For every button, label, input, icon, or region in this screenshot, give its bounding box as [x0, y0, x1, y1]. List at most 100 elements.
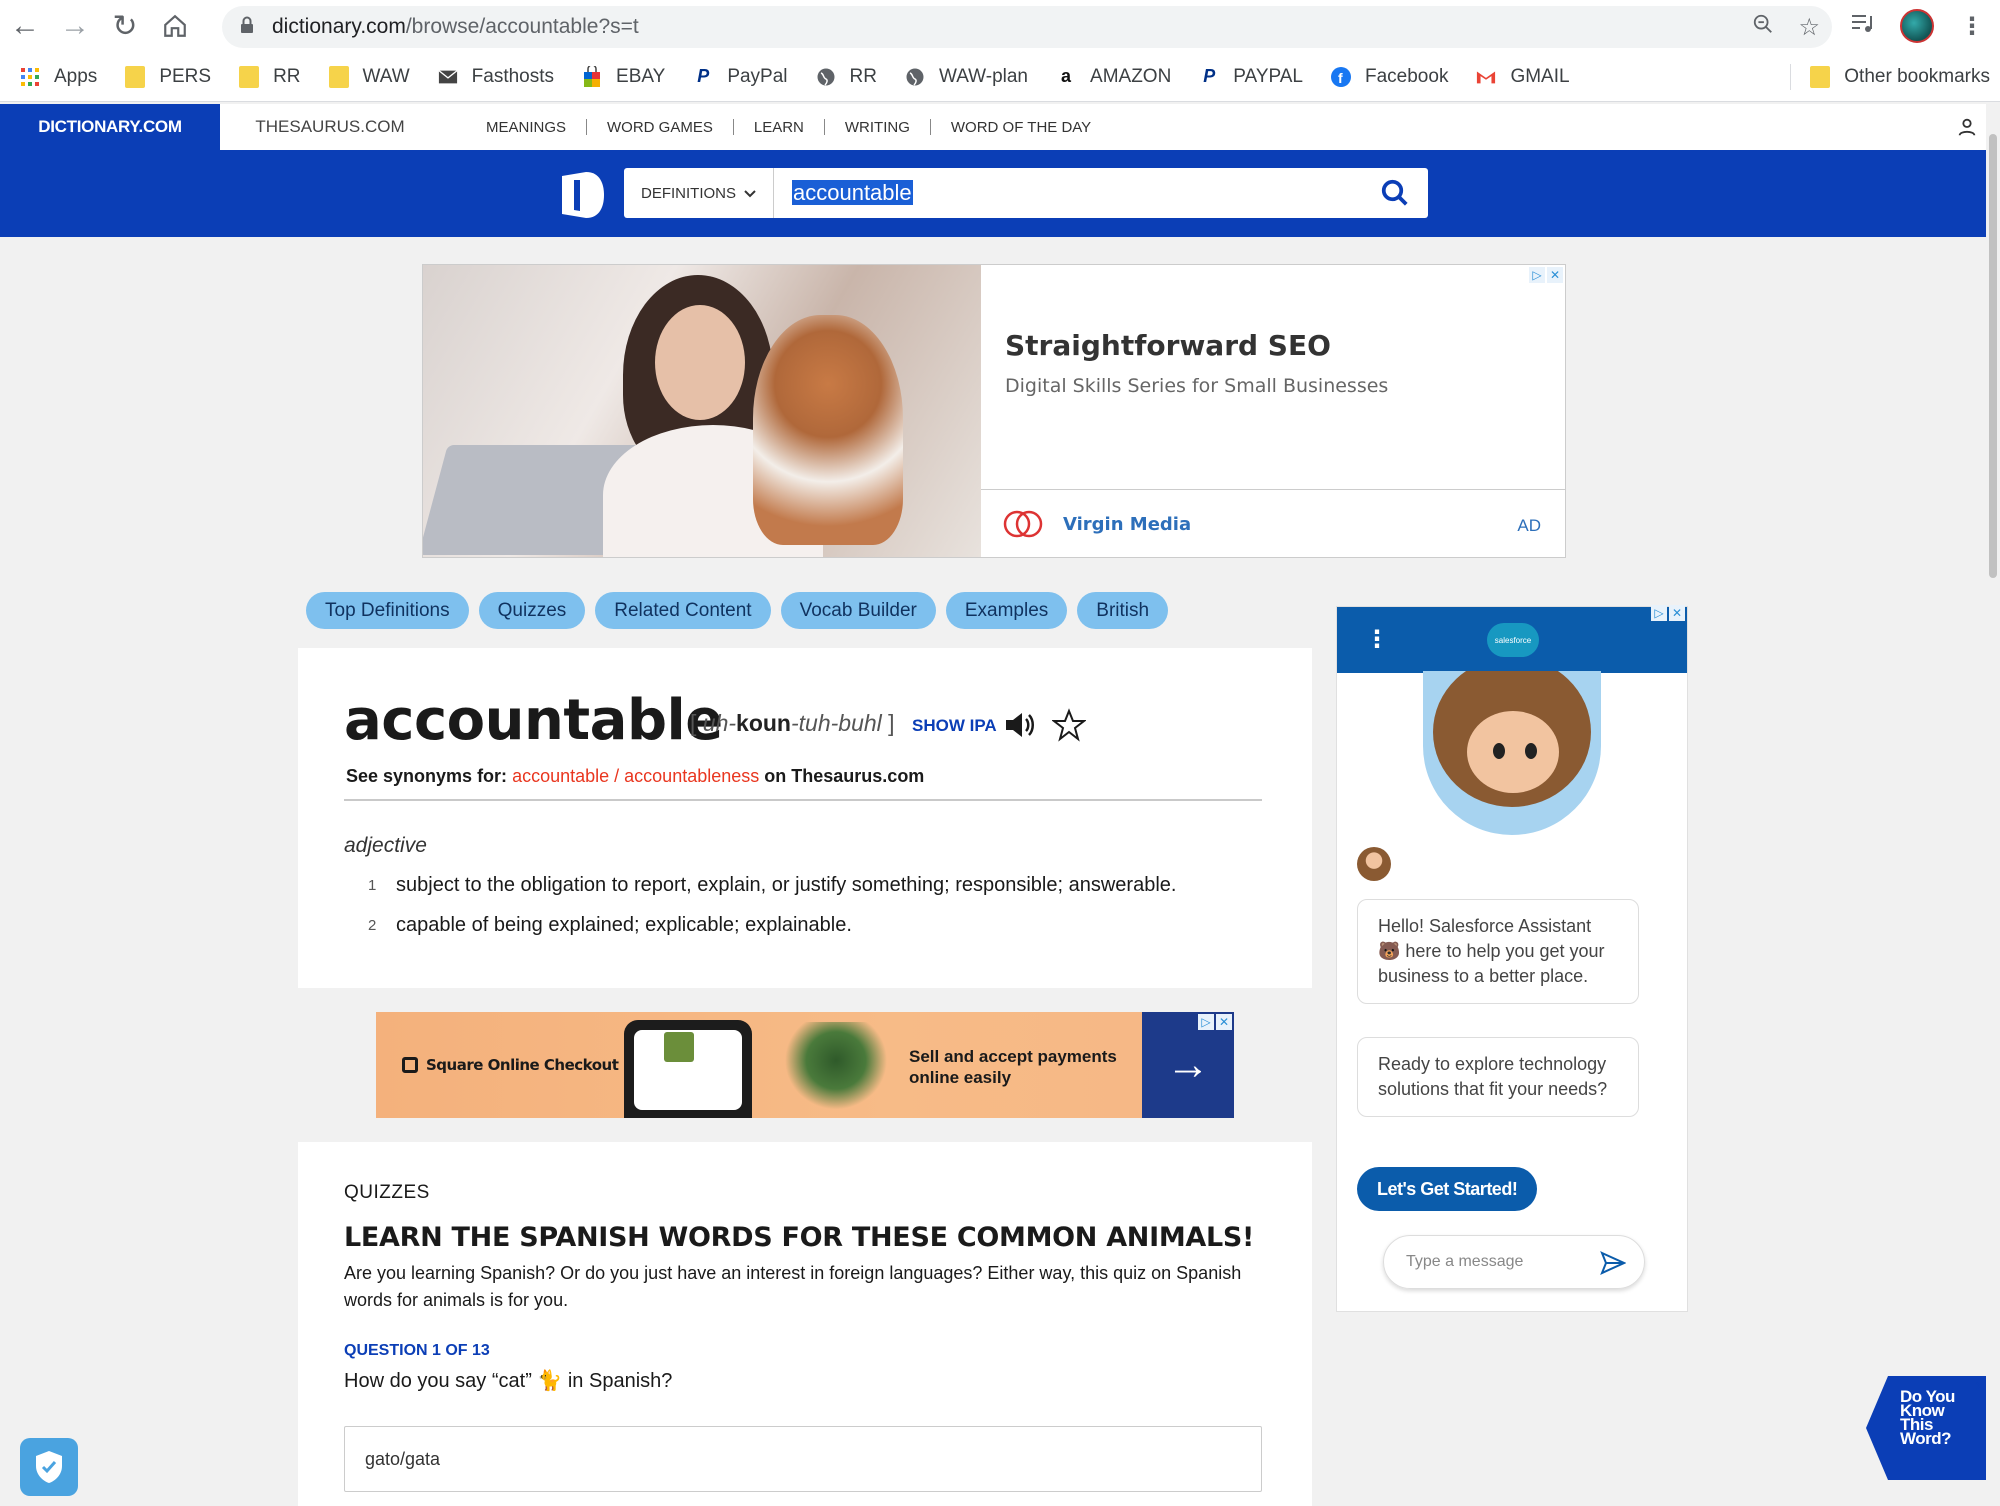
- ad-brand[interactable]: Virgin Media: [1063, 514, 1191, 535]
- address-bar[interactable]: dictionary.com/browse/accountable?s=t ☆: [222, 6, 1832, 48]
- salesforce-logo: salesforce: [1487, 623, 1539, 657]
- quiz-card: QUIZZES LEARN THE SPANISH WORDS FOR THES…: [298, 1142, 1312, 1506]
- other-bookmarks[interactable]: Other bookmarks: [1810, 52, 1990, 102]
- bookmark-waw-plan[interactable]: WAW-plan: [905, 66, 1028, 88]
- phone-image: [624, 1020, 752, 1118]
- site-header: DEFINITIONS accountable: [0, 150, 2000, 237]
- apps-grid-icon: [20, 67, 40, 87]
- bookmark-facebook[interactable]: f Facebook: [1331, 66, 1448, 88]
- square-logo: Square Online Checkout: [402, 1056, 619, 1074]
- zoom-icon[interactable]: [1752, 13, 1774, 42]
- ad-title[interactable]: Straightforward SEO: [1005, 329, 1331, 362]
- quiz-option-1[interactable]: gato/gata: [344, 1426, 1262, 1492]
- ad-photo: [423, 265, 981, 557]
- bookmark-ebay[interactable]: EBAY: [582, 65, 665, 88]
- pill-british[interactable]: British: [1077, 592, 1169, 629]
- bookmark-amazon[interactable]: a AMAZON: [1056, 66, 1171, 88]
- bookmark-apps[interactable]: Apps: [20, 66, 97, 88]
- media-control-icon[interactable]: [1850, 12, 1874, 41]
- nav-link-word-games[interactable]: WORD GAMES: [587, 119, 733, 136]
- globe-icon: [905, 67, 925, 87]
- ad-banner-square[interactable]: Square Online Checkout Sell and accept p…: [376, 1012, 1234, 1118]
- speaker-icon[interactable]: [1004, 710, 1036, 740]
- ad-banner-seo[interactable]: Straightforward SEO Digital Skills Serie…: [422, 264, 1566, 558]
- salesforce-header: ⋮ salesforce ▷ ✕: [1337, 605, 1687, 673]
- mail-icon: [438, 67, 458, 87]
- reload-icon[interactable]: ↻: [100, 0, 150, 52]
- show-ipa-button[interactable]: SHOW IPA: [912, 716, 997, 736]
- pill-related-content[interactable]: Related Content: [595, 592, 771, 629]
- privacy-shield-button[interactable]: [20, 1438, 78, 1496]
- shield-check-icon: [36, 1451, 62, 1483]
- nav-link-word-of-the-day[interactable]: WORD OF THE DAY: [931, 119, 1111, 136]
- adchoices-icon[interactable]: ▷ ✕: [1651, 605, 1685, 621]
- get-started-button[interactable]: Let's Get Started!: [1357, 1167, 1538, 1211]
- close-icon[interactable]: ✕: [1974, 1378, 1986, 1395]
- pill-vocab-builder[interactable]: Vocab Builder: [780, 592, 936, 629]
- home-icon[interactable]: [150, 0, 200, 52]
- quiz-description: Are you learning Spanish? Or do you just…: [344, 1263, 1242, 1310]
- nav-link-learn[interactable]: LEARN: [734, 119, 824, 136]
- bookmarks-divider: [1790, 64, 1791, 90]
- menu-kebab-icon[interactable]: ⋮: [1960, 12, 1984, 41]
- bookmark-rr[interactable]: RR: [816, 66, 877, 88]
- sense-2: 2 capable of being explained; explicable;…: [368, 914, 852, 936]
- bookmark-star-icon[interactable]: ☆: [1798, 13, 1820, 42]
- lock-icon: [240, 16, 254, 39]
- synonyms-link[interactable]: accountable / accountableness: [512, 766, 759, 786]
- nav-link-meanings[interactable]: MEANINGS: [466, 119, 586, 136]
- bookmark-pers[interactable]: PERS: [125, 65, 211, 88]
- divider: [344, 799, 1262, 801]
- definitions-dropdown[interactable]: DEFINITIONS: [624, 168, 774, 218]
- pill-top-definitions[interactable]: Top Definitions: [306, 592, 469, 629]
- plant-image: [776, 1022, 896, 1118]
- search-box: DEFINITIONS accountable: [624, 168, 1428, 218]
- dictionary-logo[interactable]: [558, 170, 606, 220]
- pill-quizzes[interactable]: Quizzes: [478, 592, 586, 629]
- profile-avatar[interactable]: [1900, 9, 1934, 43]
- send-icon[interactable]: [1600, 1250, 1626, 1276]
- definition-card: accountable [ uh-koun-tuh-buhl ] SHOW IP…: [298, 648, 1312, 988]
- headword: accountable: [344, 688, 723, 753]
- assistant-avatar: [1357, 847, 1391, 881]
- synonyms-line: See synonyms for: accountable / accounta…: [346, 766, 925, 786]
- section-pills: Top Definitions Quizzes Related Content Voc…: [306, 592, 1169, 629]
- svg-text:f: f: [1338, 70, 1343, 86]
- bookmark-paypal[interactable]: P PAYPAL: [1199, 66, 1303, 88]
- bookmark-fasthosts[interactable]: Fasthosts: [438, 66, 554, 88]
- search-icon[interactable]: [1380, 178, 1410, 208]
- page-scrollbar[interactable]: [1986, 104, 2000, 1506]
- square-ad-text: Sell and accept payments online easily: [909, 1047, 1117, 1087]
- thesaurus-tab[interactable]: THESAURUS.COM: [220, 104, 440, 150]
- ad-tag: AD: [1517, 516, 1541, 535]
- search-input[interactable]: accountable: [792, 180, 1352, 206]
- quiz-section-label: QUIZZES: [344, 1182, 430, 1203]
- search-query: accountable: [792, 180, 913, 205]
- back-icon[interactable]: ←: [0, 0, 50, 52]
- favorite-star-icon[interactable]: [1052, 708, 1086, 742]
- chevron-down-icon: [744, 185, 756, 202]
- user-icon[interactable]: [1956, 116, 1978, 144]
- bookmark-waw[interactable]: WAW: [328, 65, 410, 88]
- ebay-bag-icon: [582, 65, 602, 87]
- salesforce-ad-widget: ⋮ salesforce ▷ ✕ Hello! Salesforce Assist…: [1336, 605, 1688, 1312]
- quiz-title: LEARN THE SPANISH WORDS FOR THESE COMMON…: [344, 1222, 1255, 1253]
- bookmark-paypal[interactable]: P PayPal: [693, 66, 787, 88]
- scrollbar-thumb[interactable]: [1989, 134, 1997, 578]
- word-widget[interactable]: Do You Know This Word? ✕: [1864, 1376, 1988, 1480]
- forward-icon[interactable]: →: [50, 0, 100, 52]
- pill-examples[interactable]: Examples: [945, 592, 1068, 629]
- virgin-media-logo: [1003, 510, 1043, 538]
- bookmark-rr[interactable]: RR: [239, 65, 301, 88]
- more-options-icon[interactable]: ⋮: [1365, 625, 1389, 654]
- adchoices-icon[interactable]: ▷ ✕: [1198, 1014, 1232, 1030]
- nav-link-writing[interactable]: WRITING: [825, 119, 930, 136]
- bookmark-gmail[interactable]: GMAIL: [1476, 66, 1570, 88]
- adchoices-icon[interactable]: ▷ ✕: [1529, 267, 1563, 283]
- pronunciation: [ uh-koun-tuh-buhl ]: [690, 710, 895, 736]
- gmail-icon: [1476, 67, 1496, 87]
- dictionary-tab[interactable]: DICTIONARY.COM: [0, 104, 220, 150]
- site-nav: DICTIONARY.COM THESAURUS.COM MEANINGS WOR…: [0, 104, 2000, 150]
- chat-message-input[interactable]: Type a message: [1383, 1235, 1645, 1289]
- word-widget-text: Do You Know This Word?: [1900, 1387, 1955, 1448]
